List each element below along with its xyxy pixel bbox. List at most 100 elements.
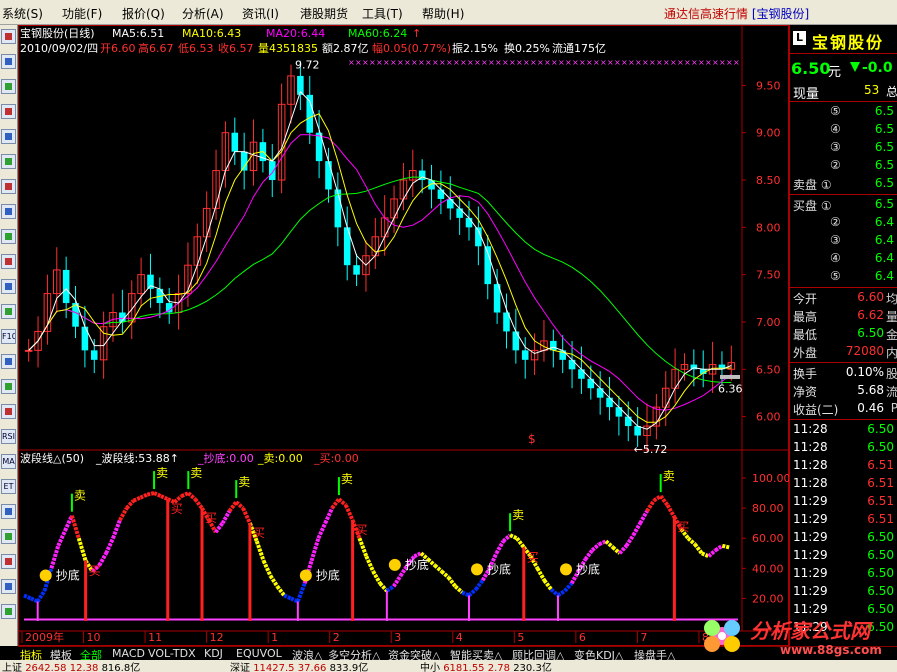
up-arrow-icon[interactable] <box>1 579 16 594</box>
top-marker: × <box>684 58 691 67</box>
wave-icon[interactable] <box>1 404 16 419</box>
tick-row: 11:29 6.50 <box>790 583 897 601</box>
user-icon[interactable] <box>1 229 16 244</box>
wave-segment <box>160 494 169 501</box>
wave-segment <box>509 533 518 541</box>
tick-row-value: 6.51 <box>867 476 894 490</box>
menu-quote[interactable]: 报价(Q) <box>122 5 165 22</box>
wave-segment <box>426 557 437 567</box>
sell-level-2-label: ② <box>830 158 841 172</box>
stat-0: 今开 6.60 均 <box>790 289 897 307</box>
wave-segment <box>104 537 115 555</box>
wave-segment <box>707 548 717 558</box>
now-volume-label: 现量 <box>793 87 820 102</box>
wave-segment <box>111 519 122 539</box>
stat-2-label: 最低 <box>793 328 818 342</box>
tab-6[interactable]: EQUVOL <box>236 647 282 660</box>
tick-row-label: 11:29 <box>793 494 828 508</box>
bar-chart-icon[interactable] <box>1 104 16 119</box>
pen-icon[interactable] <box>1 529 16 544</box>
vol-icon[interactable] <box>1 354 16 369</box>
tab-4[interactable]: VOL-TDX <box>148 647 196 660</box>
candle-body <box>634 426 641 436</box>
tab-5[interactable]: KDJ <box>204 647 223 660</box>
top-marker: × <box>621 58 628 67</box>
buy-level-4-label: ④ <box>830 251 841 265</box>
list-icon[interactable] <box>1 154 16 169</box>
candle-body <box>512 331 520 351</box>
stat2-1-label: 净资 <box>793 385 818 399</box>
wave-segment <box>357 537 369 558</box>
sell-level-2-value: 6.5 <box>874 158 894 172</box>
month-label: 2 <box>333 631 340 644</box>
top-marker: × <box>460 58 467 67</box>
buy-marker-label: 买 <box>527 550 539 564</box>
buy-marker-label: 买 <box>205 511 217 525</box>
watermark-url: www.88gs.com <box>780 643 882 657</box>
chart-area[interactable]: 宝钢股份(日线) MA5:6.51 MA10:6.43 MA20:6.44 MA60:6… <box>18 25 791 646</box>
list2-icon[interactable] <box>1 254 16 269</box>
top-marker: × <box>411 58 418 67</box>
top-marker: × <box>649 58 656 67</box>
finance-icon[interactable] <box>1 279 16 294</box>
table-icon[interactable] <box>1 129 16 144</box>
down-arrow-icon[interactable] <box>1 604 16 619</box>
stat2-1-value: 5.68 <box>857 383 884 397</box>
stat-2: 最低 6.50 金 <box>790 325 897 343</box>
indicator-v3: _卖:0.00 <box>257 452 303 465</box>
candle-body <box>446 198 454 209</box>
candlestick-icon[interactable] <box>1 29 16 44</box>
ma-icon[interactable]: MA <box>1 454 16 469</box>
bars-icon[interactable] <box>1 204 16 219</box>
top-marker: × <box>495 58 502 67</box>
up-arrow-indicator: ↑ <box>412 27 421 40</box>
wave-segment <box>494 540 505 555</box>
header-date: 2010/09/02/四 <box>20 42 98 55</box>
line-chart-icon[interactable] <box>1 54 16 69</box>
rsi-icon[interactable]: RSI <box>1 429 16 444</box>
sell-level-5-label: ⑤ <box>830 104 841 118</box>
top-marker: × <box>502 58 509 67</box>
menu-bar: 系统(S) 功能(F) 报价(Q) 分析(A) 资讯(I) 港股期货 工具(T)… <box>0 0 897 25</box>
menu-function[interactable]: 功能(F) <box>62 5 102 22</box>
tab-3[interactable]: MACD <box>112 647 145 660</box>
top-marker: × <box>579 58 586 67</box>
top-marker: × <box>523 58 530 67</box>
info-icon[interactable] <box>1 304 16 319</box>
cross-icon[interactable] <box>1 504 16 519</box>
now-volume-row: 现量 53 总 <box>790 82 897 102</box>
sell-marker-label: 卖 <box>190 466 202 480</box>
top-marker: × <box>390 58 397 67</box>
wave-segment <box>323 507 334 525</box>
tick-row-value: 6.50 <box>867 440 894 454</box>
smiley-icon <box>388 558 401 571</box>
indicator-v2: _抄底:0.00 <box>197 451 254 465</box>
sell-level-2: ② 6.5 <box>790 157 897 175</box>
plus-icon[interactable] <box>1 554 16 569</box>
grid-icon[interactable] <box>1 79 16 94</box>
sell-level-4-label: ④ <box>830 122 841 136</box>
menu-system[interactable]: 系统(S) <box>2 5 43 22</box>
menu-hk-futures[interactable]: 港股期货 <box>300 5 348 22</box>
sell-level-4-value: 6.5 <box>874 122 894 136</box>
ma60-line <box>28 176 732 383</box>
calc-icon[interactable]: ET <box>1 479 16 494</box>
top-marker: × <box>642 58 649 67</box>
chart-icon[interactable] <box>1 379 16 394</box>
top-marker: × <box>565 58 572 67</box>
separator <box>790 101 897 102</box>
kline-chart-svg[interactable]: 宝钢股份(日线) MA5:6.51 MA10:6.43 MA20:6.44 MA60:6… <box>18 25 791 646</box>
f10-icon[interactable]: F10 <box>1 329 16 344</box>
news-icon[interactable] <box>1 179 16 194</box>
stat2-2-extra: P <box>891 401 897 415</box>
menu-tools[interactable]: 工具(T) <box>362 5 403 22</box>
buy-level-2: ② 6.4 <box>790 214 897 232</box>
tick-row: 11:29 6.51 <box>790 493 897 511</box>
menu-help[interactable]: 帮助(H) <box>422 5 464 22</box>
wave-segment <box>241 507 252 525</box>
stat2-1: 净资 5.68 流 <box>790 382 897 400</box>
wave-segment <box>275 585 286 597</box>
menu-analysis[interactable]: 分析(A) <box>182 5 224 22</box>
menu-news[interactable]: 资讯(I) <box>242 5 279 22</box>
wave-segment <box>583 549 594 561</box>
